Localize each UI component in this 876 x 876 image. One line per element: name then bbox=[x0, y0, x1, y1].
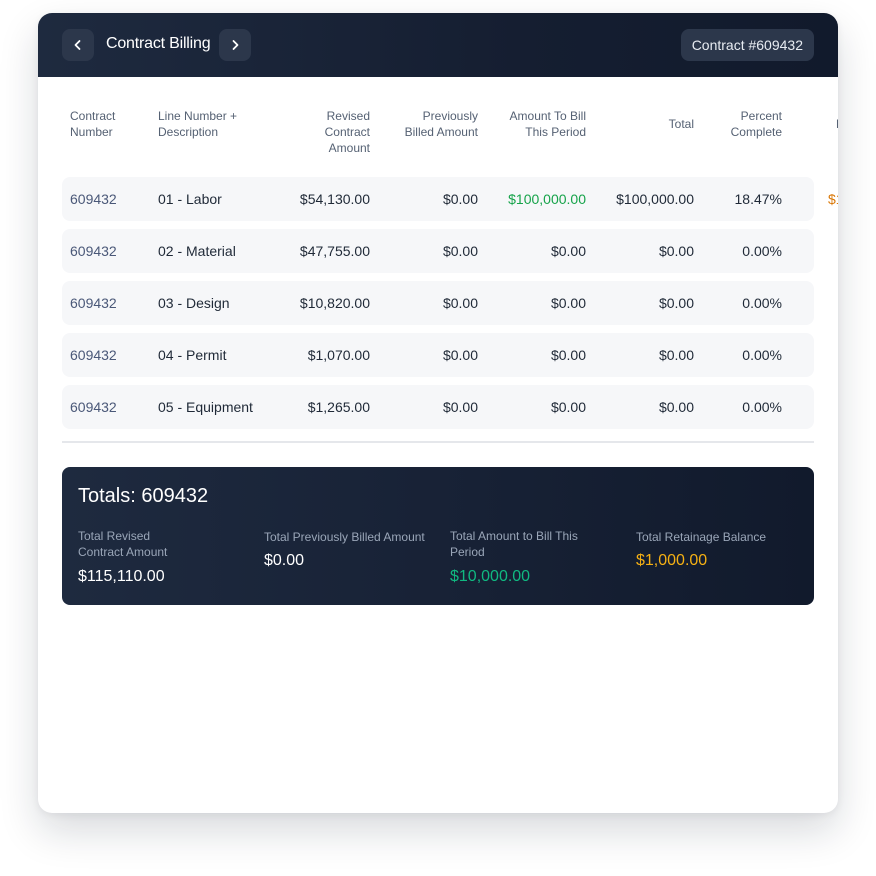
column-header-label: Line Number + Description bbox=[158, 109, 238, 139]
column-header-label: Percent Complete bbox=[730, 109, 782, 139]
column-header-label: R bbox=[836, 117, 838, 131]
total-amount: $100,000.00 bbox=[616, 191, 694, 207]
table-row[interactable]: 609432 04 - Permit $1,070.00 $0.00 $0.00… bbox=[62, 333, 814, 377]
line-description: 03 - Design bbox=[158, 295, 230, 311]
total-amount: $0.00 bbox=[658, 399, 694, 415]
total-amount-to-bill-label: Total Amount to Bill This Period bbox=[450, 529, 578, 559]
previously-billed: $0.00 bbox=[442, 191, 478, 207]
percent-complete: 0.00% bbox=[742, 399, 782, 415]
column-header-total: Total bbox=[594, 116, 694, 132]
totals-panel: Totals: 609432 Total Revised Contract Am… bbox=[62, 467, 814, 605]
revised-amount: $1,265.00 bbox=[307, 399, 370, 415]
total-retainage-value: $1,000.00 bbox=[636, 552, 708, 569]
column-header-line-description: Line Number + Description bbox=[158, 108, 268, 140]
total-revised-label: Total Revised Contract Amount bbox=[78, 529, 168, 559]
revised-amount: $47,755.00 bbox=[299, 243, 370, 259]
revised-amount: $1,070.00 bbox=[307, 347, 370, 363]
totals-title: Totals: 609432 bbox=[78, 485, 209, 507]
contract-number[interactable]: 609432 bbox=[70, 281, 117, 325]
percent-complete: 0.00% bbox=[742, 295, 782, 311]
column-header-percent-complete: Percent Complete bbox=[682, 108, 782, 140]
contract-number[interactable]: 609432 bbox=[70, 229, 117, 273]
column-header-label: Previously Billed Amount bbox=[404, 109, 478, 139]
table-divider bbox=[62, 441, 814, 443]
billing-table: Contract Number Line Number + Descriptio… bbox=[62, 101, 838, 461]
page-title: Contract Billing bbox=[106, 35, 211, 52]
chevron-left-icon bbox=[74, 40, 81, 50]
amount-to-bill: $0.00 bbox=[550, 295, 586, 311]
previously-billed: $0.00 bbox=[442, 295, 478, 311]
previously-billed: $0.00 bbox=[442, 347, 478, 363]
column-header-retainage: R bbox=[836, 116, 838, 132]
percent-complete: 18.47% bbox=[734, 191, 782, 207]
contract-number[interactable]: 609432 bbox=[70, 333, 117, 377]
line-description: 04 - Permit bbox=[158, 347, 227, 363]
total-revised-value: $115,110.00 bbox=[78, 568, 165, 585]
previously-billed: $0.00 bbox=[442, 243, 478, 259]
revised-amount: $54,130.00 bbox=[299, 191, 370, 207]
contract-number[interactable]: 609432 bbox=[70, 385, 117, 429]
total-previously-billed-value: $0.00 bbox=[264, 552, 305, 569]
retainage-amount: $1 bbox=[828, 191, 838, 207]
column-header-label: Revised Contract Amount bbox=[324, 109, 370, 155]
contract-badge[interactable]: Contract #609432 bbox=[680, 29, 814, 61]
column-header-label: Contract Number bbox=[70, 109, 116, 139]
column-header-revised-amount: Revised Contract Amount bbox=[270, 108, 370, 156]
line-description: 02 - Material bbox=[158, 243, 236, 259]
header-bar: Contract Billing Contract #609432 bbox=[38, 13, 838, 77]
column-header-label: Amount To Bill This Period bbox=[509, 109, 586, 139]
previous-button[interactable] bbox=[62, 29, 94, 61]
total-amount-to-bill-value: $10,000.00 bbox=[450, 568, 531, 585]
amount-to-bill: $100,000.00 bbox=[508, 191, 586, 207]
table-row[interactable]: 609432 03 - Design $10,820.00 $0.00 $0.0… bbox=[62, 281, 814, 325]
column-header-contract-number: Contract Number bbox=[70, 108, 150, 140]
chevron-right-icon bbox=[232, 40, 239, 50]
line-description: 05 - Equipment bbox=[158, 399, 253, 415]
previously-billed: $0.00 bbox=[442, 399, 478, 415]
table-row[interactable]: 609432 01 - Labor $54,130.00 $0.00 $100,… bbox=[62, 177, 838, 221]
total-amount: $0.00 bbox=[658, 243, 694, 259]
percent-complete: 0.00% bbox=[742, 347, 782, 363]
contract-number[interactable]: 609432 bbox=[70, 177, 117, 221]
revised-amount: $10,820.00 bbox=[299, 295, 370, 311]
amount-to-bill: $0.00 bbox=[550, 347, 586, 363]
line-description: 01 - Labor bbox=[158, 191, 222, 207]
column-header-amount-to-bill: Amount To Bill This Period bbox=[486, 108, 586, 140]
column-header-previously-billed: Previously Billed Amount bbox=[378, 108, 478, 140]
amount-to-bill: $0.00 bbox=[550, 399, 586, 415]
table-row[interactable]: 609432 02 - Material $47,755.00 $0.00 $0… bbox=[62, 229, 814, 273]
total-previously-billed-label: Total Previously Billed Amount bbox=[264, 530, 425, 544]
total-amount: $0.00 bbox=[658, 347, 694, 363]
total-retainage-label: Total Retainage Balance bbox=[636, 530, 767, 544]
contract-billing-card: Contract Billing Contract #609432 Contra… bbox=[38, 13, 838, 813]
table-row[interactable]: 609432 05 - Equipment $1,265.00 $0.00 $0… bbox=[62, 385, 814, 429]
percent-complete: 0.00% bbox=[742, 243, 782, 259]
amount-to-bill: $0.00 bbox=[550, 243, 586, 259]
total-amount: $0.00 bbox=[658, 295, 694, 311]
next-button[interactable] bbox=[219, 29, 251, 61]
